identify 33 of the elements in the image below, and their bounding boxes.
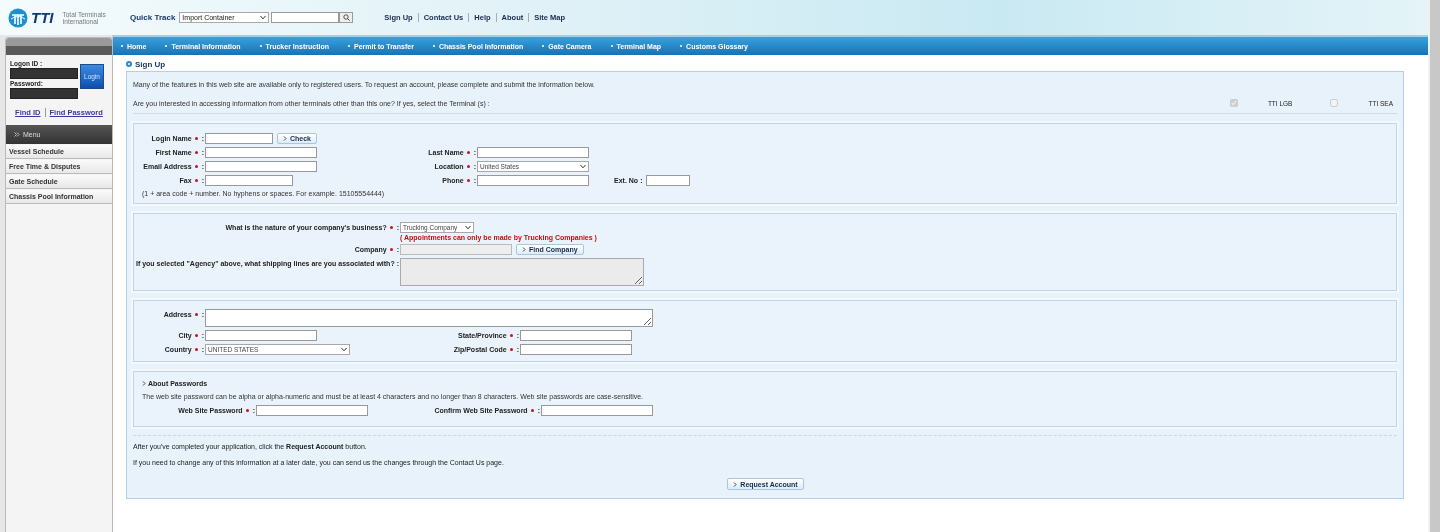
- caret-icon: [341, 347, 347, 352]
- search-icon: [342, 14, 350, 21]
- logo-icon: [8, 7, 28, 28]
- input-field[interactable]: [205, 147, 317, 158]
- chevron-icon: [283, 136, 287, 141]
- password-field[interactable]: [10, 88, 78, 99]
- chevron-icon: [733, 481, 738, 487]
- page-title: Sign Up: [135, 59, 166, 69]
- logon-id-field[interactable]: [10, 68, 78, 79]
- input-field[interactable]: [646, 175, 691, 186]
- logo-text: TTI: [31, 9, 54, 26]
- input-field[interactable]: [205, 133, 273, 144]
- quick-track-label: Quick Track: [130, 13, 176, 22]
- scrollbar[interactable]: [1428, 0, 1440, 532]
- input-field[interactable]: [520, 330, 632, 341]
- input-field[interactable]: [541, 405, 653, 416]
- search-button[interactable]: [339, 12, 354, 23]
- chevron-icon: [142, 381, 146, 386]
- double-chevron-icon: [14, 132, 20, 137]
- input-field[interactable]: [205, 161, 317, 172]
- caret-icon: [260, 15, 267, 20]
- caret-icon: [465, 225, 471, 230]
- input-field[interactable]: [205, 330, 317, 341]
- input-field[interactable]: [477, 147, 589, 158]
- caret-icon: [580, 164, 586, 169]
- chevron-icon: [522, 247, 526, 252]
- search-field[interactable]: [271, 12, 340, 23]
- input-field[interactable]: [205, 175, 293, 186]
- input-field[interactable]: [256, 405, 368, 416]
- input-field[interactable]: [520, 344, 632, 355]
- input-field[interactable]: [477, 175, 589, 186]
- text-area[interactable]: [205, 309, 653, 327]
- circle-icon: [126, 61, 132, 67]
